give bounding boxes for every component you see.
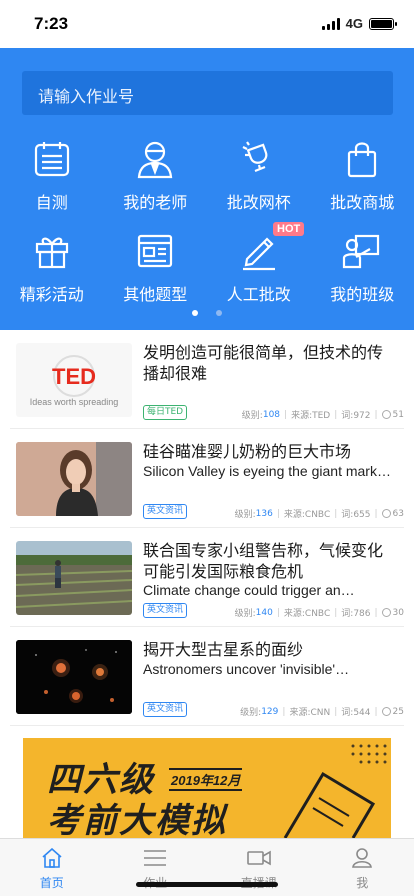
menu-item-self-test[interactable]: 自测 [0,133,104,225]
menu-item-other-types[interactable]: 其他题型 [104,225,208,317]
browser-window-icon [133,229,177,273]
home-icon [40,847,64,869]
article-words: 词:544 [341,708,371,718]
menu-item-activities[interactable]: 精彩活动 [0,225,104,317]
article-title[interactable]: 硅谷瞄准婴儿奶粉的巨大市场 [143,441,395,462]
shopping-bag-icon [340,137,384,181]
article-item[interactable]: 联合国专家小组警告称，气候变化可能引发国际粮食危机 Climate change… [10,528,404,627]
tab-live-class[interactable]: 直播课 [207,839,311,896]
article-tag: 英文资讯 [143,504,188,519]
article-words: 词:786 [341,609,371,619]
ted-thumbnail: TED Ideas worth spreading [16,343,132,417]
menu-label: 自测 [35,193,68,212]
quick-menu-grid: 自测 我的老师 批改网杯 批改商城 精彩活动 其他题型 HOT 人工批改 我的班… [0,133,414,317]
article-words: 词:655 [341,510,371,520]
woman-portrait-thumbnail [16,442,132,516]
menu-label: 精彩活动 [19,285,84,304]
menu-item-store[interactable]: 批改商城 [311,133,414,225]
article-subtitle: Climate change could trigger an… [143,582,355,598]
tab-label: 我 [356,876,369,890]
article-title[interactable]: 联合国专家小组警告称，气候变化可能引发国际粮食危机 [143,540,395,582]
article-source: 来源:CNBC [283,609,331,619]
menu-item-manual-grading[interactable]: HOT 人工批改 [207,222,311,317]
tab-homework[interactable]: 作业 [104,839,208,896]
article-coins: 63 [392,508,404,519]
article-subtitle: Astronomers uncover 'invisible'… [143,661,350,677]
article-source: 来源:CNBC [283,510,331,520]
status-bar: 7:23 4G [0,0,414,48]
tab-me[interactable]: 我 [311,839,414,896]
article-level: 108 [262,409,281,420]
menu-label: 批改网杯 [226,193,291,212]
search-input[interactable]: 请输入作业号 [22,71,393,115]
article-meta: 级别: 129 | 来源:CNN | 词:544 | 25 [240,706,404,719]
article-coins: 51 [392,409,404,420]
promo-banner[interactable]: 四六级 2019年12月 考前大模拟 [23,738,391,838]
search-placeholder: 请输入作业号 [38,87,135,106]
status-indicators: 4G [321,16,397,31]
header-panel: 请输入作业号 自测 我的老师 批改网杯 批改商城 精彩活动 其他题型 HOT 人… [0,48,414,330]
menu-label: 批改商城 [330,193,395,212]
user-icon [350,847,374,869]
article-tag: 英文资讯 [143,702,188,717]
article-meta: 级别: 136 | 来源:CNBC | 词:655 | 63 [234,508,404,521]
article-item[interactable]: 硅谷瞄准婴儿奶粉的巨大市场 Silicon Valley is eyeing t… [10,429,404,528]
banner-date: 2019年12月 [169,768,243,791]
bottom-tab-bar: 首页 作业 直播课 我 [0,838,414,896]
status-time: 7:23 [34,14,69,33]
menu-item-my-teacher[interactable]: 我的老师 [104,133,208,225]
article-source: 来源:TED [291,411,331,421]
home-indicator[interactable] [136,882,278,887]
coin-icon [381,509,391,518]
article-feed: TED Ideas worth spreading 发明创造可能很简单，但技术的… [0,330,414,726]
banner-title-line2: 考前大模拟 [47,801,227,838]
teacher-icon [133,137,177,181]
ted-caption: Ideas worth spreading [30,397,119,407]
calendar-icon [30,137,74,181]
article-item[interactable]: 揭开大型古星系的面纱 Astronomers uncover 'invisibl… [10,627,404,726]
video-camera-icon [246,847,271,869]
article-coins: 30 [392,607,404,618]
tab-home[interactable]: 首页 [0,839,104,896]
network-type: 4G [345,16,363,31]
coin-icon [381,707,391,716]
article-item[interactable]: TED Ideas worth spreading 发明创造可能很简单，但技术的… [10,330,404,429]
trophy-icon [237,137,281,181]
list-icon [143,847,167,869]
article-level: 140 [255,607,273,618]
galaxies-thumbnail [16,640,132,714]
article-title[interactable]: 发明创造可能很简单，但技术的传播却很难 [143,342,395,384]
article-title[interactable]: 揭开大型古星系的面纱 [143,639,395,660]
hot-badge: HOT [273,222,305,236]
article-level: 129 [261,706,279,717]
battery-icon [369,17,397,30]
article-subtitle: Silicon Valley is eyeing the giant mark… [143,463,391,479]
article-tag: 英文资讯 [143,603,188,618]
page-dot-active[interactable] [192,310,198,316]
gift-icon [30,229,74,273]
ted-logo-text: TED [52,364,96,389]
menu-label: 其他题型 [123,285,188,304]
menu-label: 我的老师 [123,193,188,212]
menu-label: 人工批改 [226,285,291,304]
article-source: 来源:CNN [289,708,331,718]
coin-icon [381,410,391,419]
page-indicator [0,310,414,316]
coin-icon [381,608,391,617]
menu-item-my-class[interactable]: 我的班级 [311,225,414,317]
article-words: 词:972 [341,411,371,421]
menu-item-contest[interactable]: 批改网杯 [207,133,311,225]
page-dot[interactable] [216,310,222,316]
article-level: 136 [255,508,273,519]
tab-label: 首页 [39,876,64,890]
article-meta: 级别: 140 | 来源:CNBC | 词:786 | 30 [234,607,404,620]
article-meta: 级别: 108 | 来源:TED | 词:972 | 51 [241,409,404,422]
farmer-field-thumbnail [16,541,132,615]
article-tag: 每日TED [143,405,188,420]
classroom-icon [340,229,384,273]
article-coins: 25 [392,706,404,717]
signal-icon [321,17,340,30]
menu-label: 我的班级 [330,285,395,304]
